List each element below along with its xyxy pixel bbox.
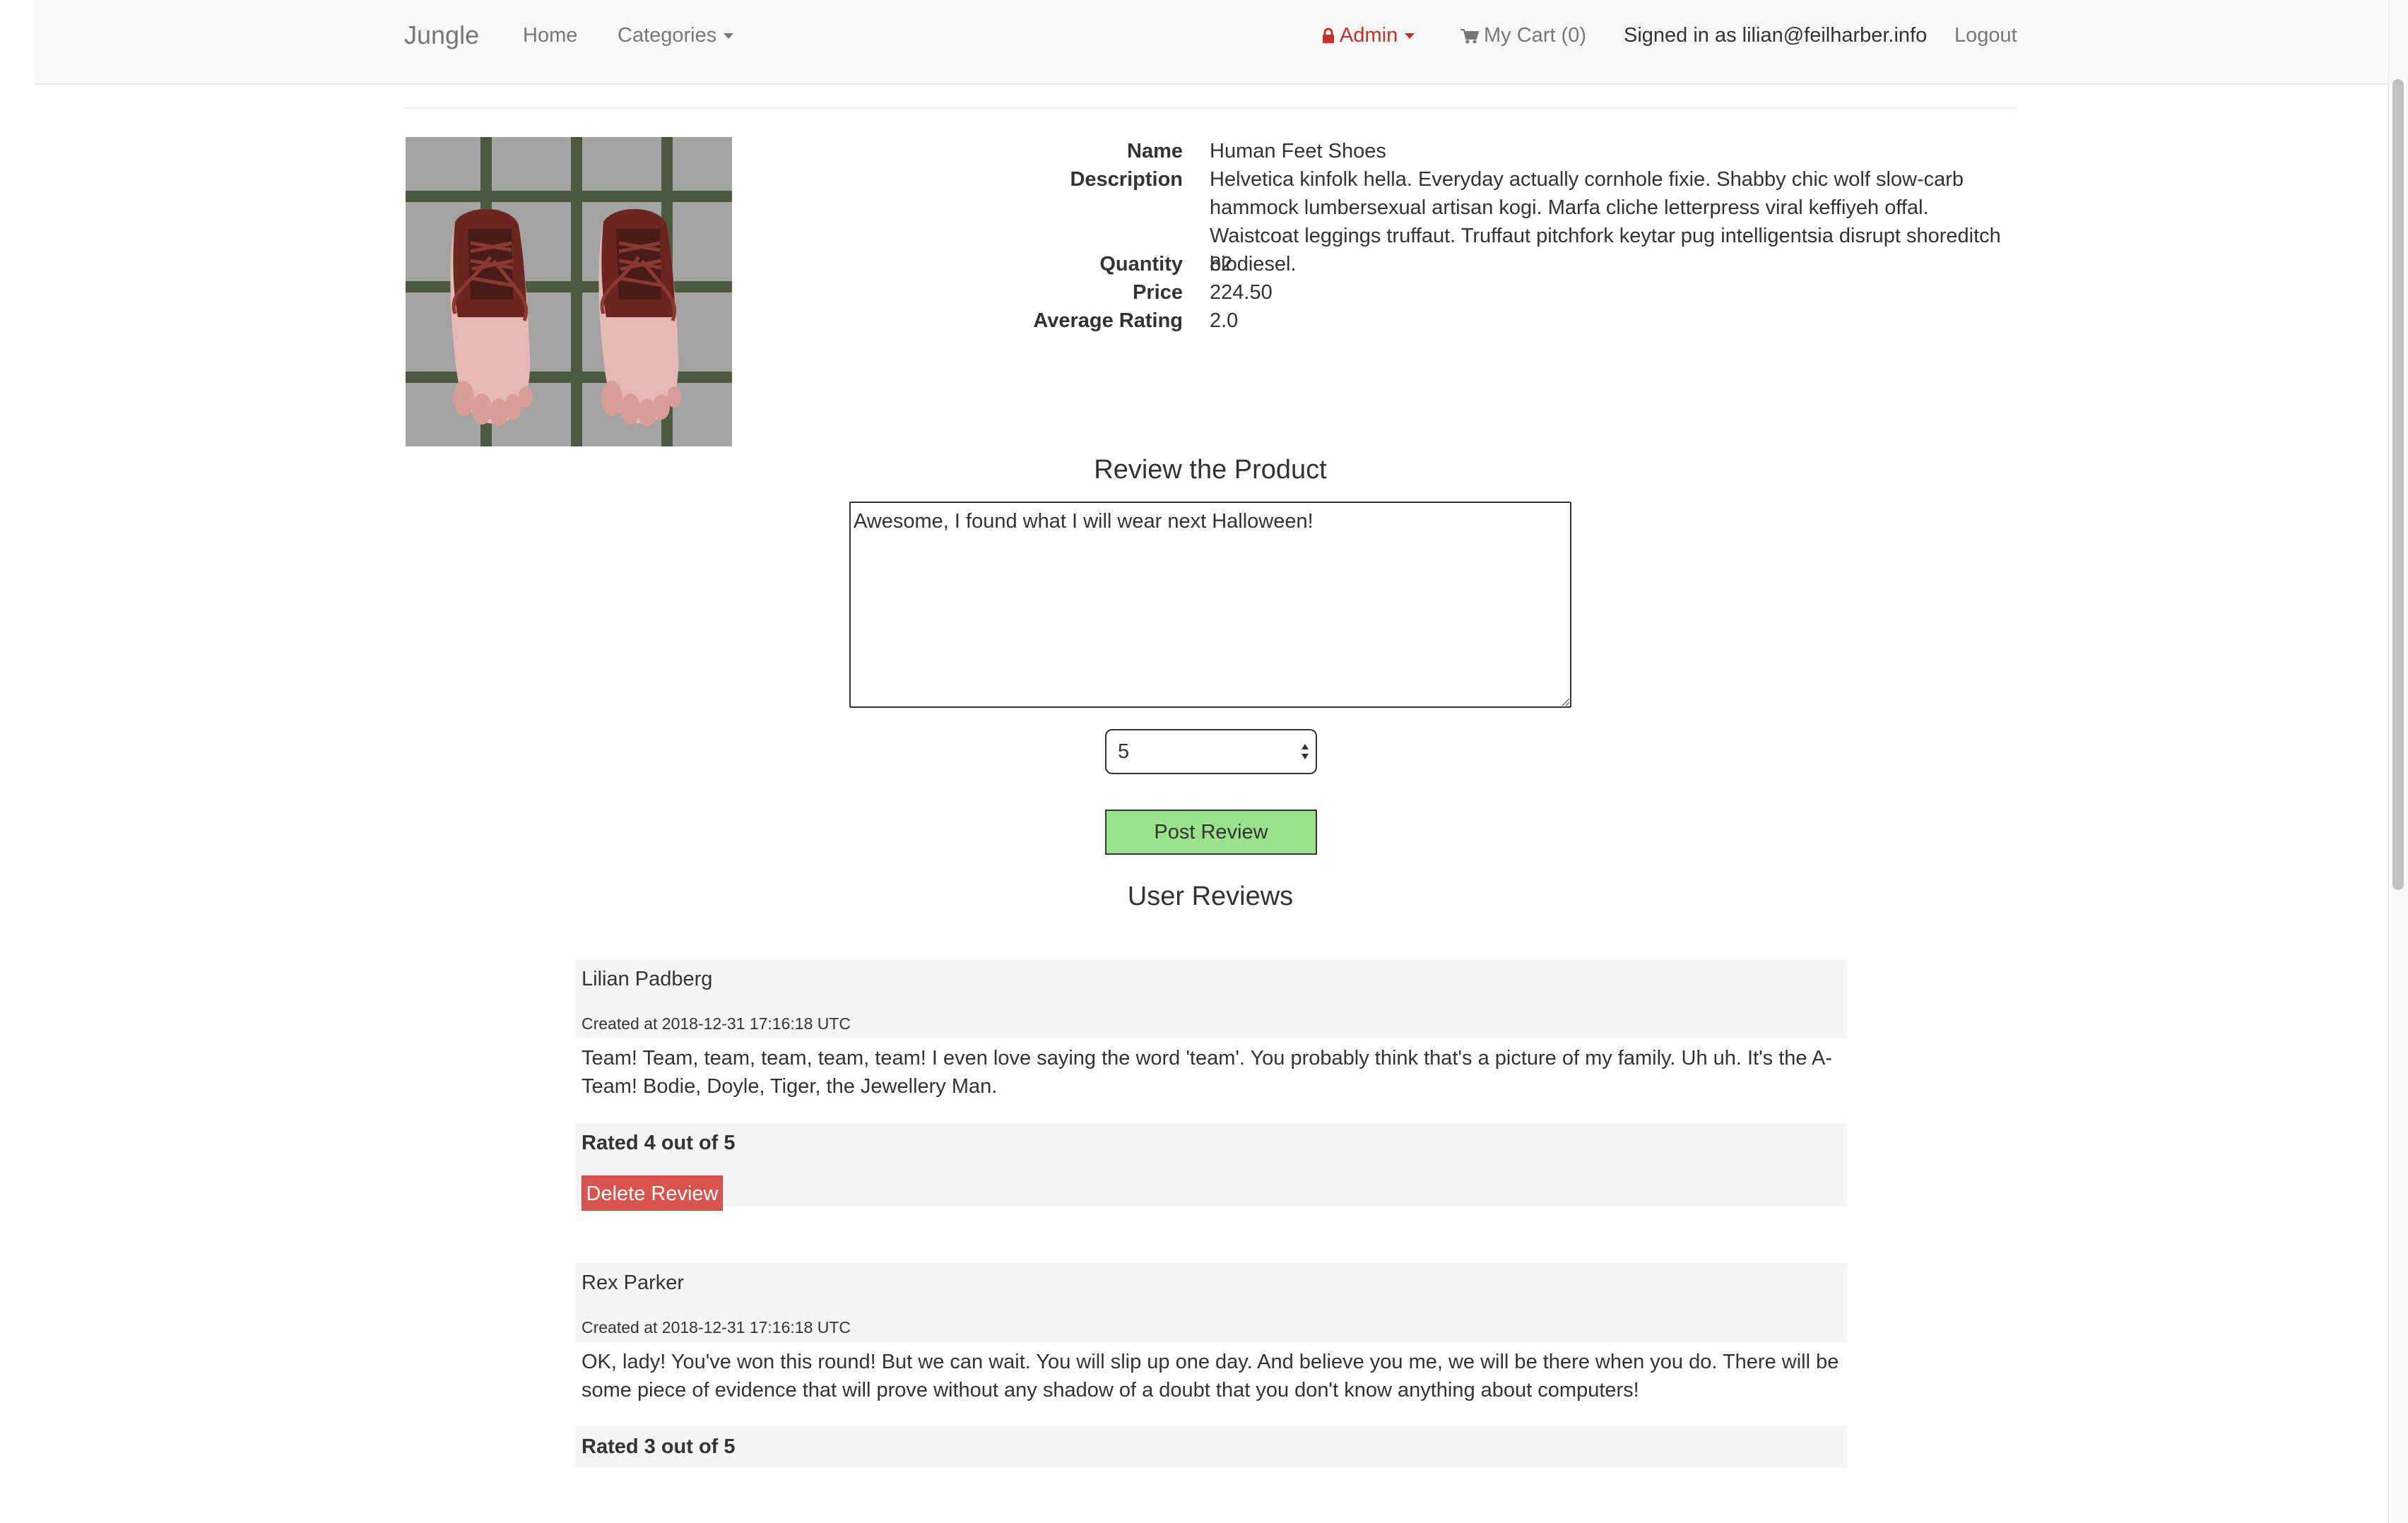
navbar: Jungle Home Categories Admin My Cart (0)…	[34, 0, 2388, 85]
select-arrows-icon	[1302, 744, 1309, 759]
divider	[406, 107, 2017, 109]
caret-down-icon	[1405, 33, 1415, 40]
page: Jungle Home Categories Admin My Cart (0)…	[0, 0, 2388, 1523]
signed-in-text: Signed in as lilian@feilharber.info	[1624, 24, 1928, 47]
vertical-scrollbar[interactable]	[2388, 0, 2408, 1523]
cart-label: My Cart (0)	[1484, 24, 1586, 47]
product-price: 224.50	[1210, 281, 1273, 304]
nav-home-link[interactable]: Home	[523, 0, 577, 71]
description-label: Description	[1070, 168, 1183, 191]
review-body: Team! Team, team, team, team, team! I ev…	[582, 1047, 1832, 1098]
quantity-label: Quantity	[1099, 253, 1183, 275]
product-average-rating: 2.0	[1210, 309, 1239, 332]
review-author: Lilian Padberg	[582, 968, 713, 990]
review-body: OK, lady! You've won this round! But we …	[582, 1351, 1839, 1401]
logout-link[interactable]: Logout	[1954, 0, 2017, 71]
admin-dropdown[interactable]: Admin	[1321, 0, 1415, 71]
review-footer-panel	[575, 1426, 1847, 1468]
rating-select[interactable]: 5	[1105, 729, 1317, 774]
caret-down-icon	[724, 33, 734, 40]
brand-link[interactable]: Jungle	[404, 0, 479, 71]
categories-label: Categories	[618, 24, 717, 47]
post-review-button[interactable]: Post Review	[1105, 810, 1317, 855]
scrollbar-thumb[interactable]	[2392, 79, 2404, 890]
admin-label: Admin	[1340, 24, 1398, 47]
product-image	[406, 137, 732, 446]
delete-review-button[interactable]: Delete Review	[582, 1175, 723, 1211]
price-label: Price	[1133, 281, 1183, 304]
average-rating-label: Average Rating	[1033, 309, 1183, 332]
review-footer-panel	[575, 1123, 1847, 1207]
review-author: Rex Parker	[582, 1272, 685, 1294]
lock-icon	[1323, 28, 1334, 44]
review-rating: Rated 3 out of 5	[582, 1435, 736, 1458]
review-date: Created at 2018-12-31 17:16:18 UTC	[582, 1318, 851, 1337]
review-rating: Rated 4 out of 5	[582, 1132, 736, 1154]
cart-icon	[1460, 29, 1480, 44]
rating-select-value: 5	[1118, 740, 1130, 763]
cart-link[interactable]: My Cart (0)	[1460, 0, 1586, 71]
review-date: Created at 2018-12-31 17:16:18 UTC	[582, 1014, 851, 1033]
categories-dropdown[interactable]: Categories	[618, 0, 734, 71]
review-form-title: Review the Product	[1094, 455, 1327, 485]
product-quantity: 82	[1210, 253, 1233, 275]
review-textarea[interactable]: Awesome, I found what I will wear next H…	[849, 502, 1571, 708]
resize-grip-icon[interactable]	[1560, 697, 1570, 706]
page-gutter	[0, 0, 34, 1523]
name-label: Name	[1127, 140, 1183, 162]
right-shoe	[598, 208, 681, 427]
user-reviews-title: User Reviews	[1127, 882, 1294, 911]
left-shoe	[450, 208, 533, 427]
product-name: Human Feet Shoes	[1210, 140, 1386, 162]
